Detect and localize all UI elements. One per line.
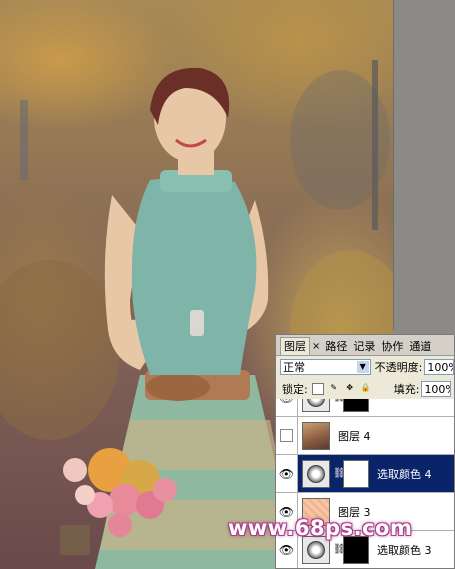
- eye-icon[interactable]: 👁: [279, 467, 294, 481]
- lock-brush-icon[interactable]: ✎: [328, 383, 340, 395]
- visibility-box-icon[interactable]: [280, 429, 293, 442]
- blend-row: 正常 ▼ 不透明度: 100%: [276, 356, 454, 378]
- panel-tab-row: 图层 × 路径 记录 协作 通道: [276, 335, 454, 356]
- link-icon: ⛓: [333, 544, 346, 555]
- mask-thumbnail: [343, 459, 369, 488]
- close-icon[interactable]: ×: [310, 338, 322, 355]
- adjustment-thumbnail: [302, 399, 330, 412]
- layer-row[interactable]: 图层 4: [276, 417, 454, 455]
- lock-label: 锁定:: [282, 383, 308, 396]
- blend-mode-value: 正常: [283, 361, 305, 374]
- layer-name: 图层 4: [338, 429, 371, 443]
- eye-cell[interactable]: 👁: [276, 455, 298, 492]
- link-icon: ⛓: [333, 399, 346, 403]
- lock-move-icon[interactable]: ✥: [344, 383, 356, 395]
- layer-row-selected[interactable]: 👁 ⛓ 选取颜色 4: [276, 455, 454, 493]
- opacity-input[interactable]: 100%: [424, 359, 454, 375]
- fill-label: 填充:: [393, 383, 420, 396]
- lock-all-icon[interactable]: 🔒: [360, 383, 372, 395]
- mask-thumbnail: [343, 399, 369, 412]
- layer-thumbnail: [302, 421, 330, 450]
- layer-list: 👁 ⛓ 图层 4 👁 ⛓ 选取颜色 4 👁 图层 3 👁 ⛓: [276, 399, 454, 568]
- workspace-background: [393, 0, 455, 330]
- opacity-label: 不透明度:: [374, 361, 423, 374]
- tab-channels[interactable]: 通道: [406, 338, 434, 355]
- layer-name: 选取颜色 4: [377, 467, 432, 481]
- tab-collaboration[interactable]: 协作: [378, 338, 406, 355]
- adjustment-thumbnail: [302, 459, 330, 488]
- eye-cell[interactable]: [276, 417, 298, 454]
- watermark: www.68ps.com: [228, 516, 413, 540]
- link-icon: ⛓: [333, 468, 346, 479]
- eye-icon[interactable]: 👁: [279, 543, 294, 557]
- fill-input[interactable]: 100%: [421, 381, 452, 397]
- tab-history[interactable]: 记录: [350, 338, 378, 355]
- layer-row[interactable]: 👁 ⛓: [276, 399, 454, 417]
- eye-icon[interactable]: 👁: [279, 399, 294, 405]
- tab-paths[interactable]: 路径: [322, 338, 350, 355]
- lock-transparency-icon[interactable]: [311, 383, 324, 395]
- lock-row: 锁定: ✎ ✥ 🔒 填充: 100%: [276, 378, 454, 401]
- blend-mode-select[interactable]: 正常 ▼: [280, 359, 371, 375]
- layer-name: 选取颜色 3: [377, 543, 432, 557]
- eye-cell[interactable]: 👁: [276, 399, 298, 416]
- chevron-down-icon: ▼: [356, 361, 369, 373]
- tab-layers[interactable]: 图层: [280, 337, 310, 355]
